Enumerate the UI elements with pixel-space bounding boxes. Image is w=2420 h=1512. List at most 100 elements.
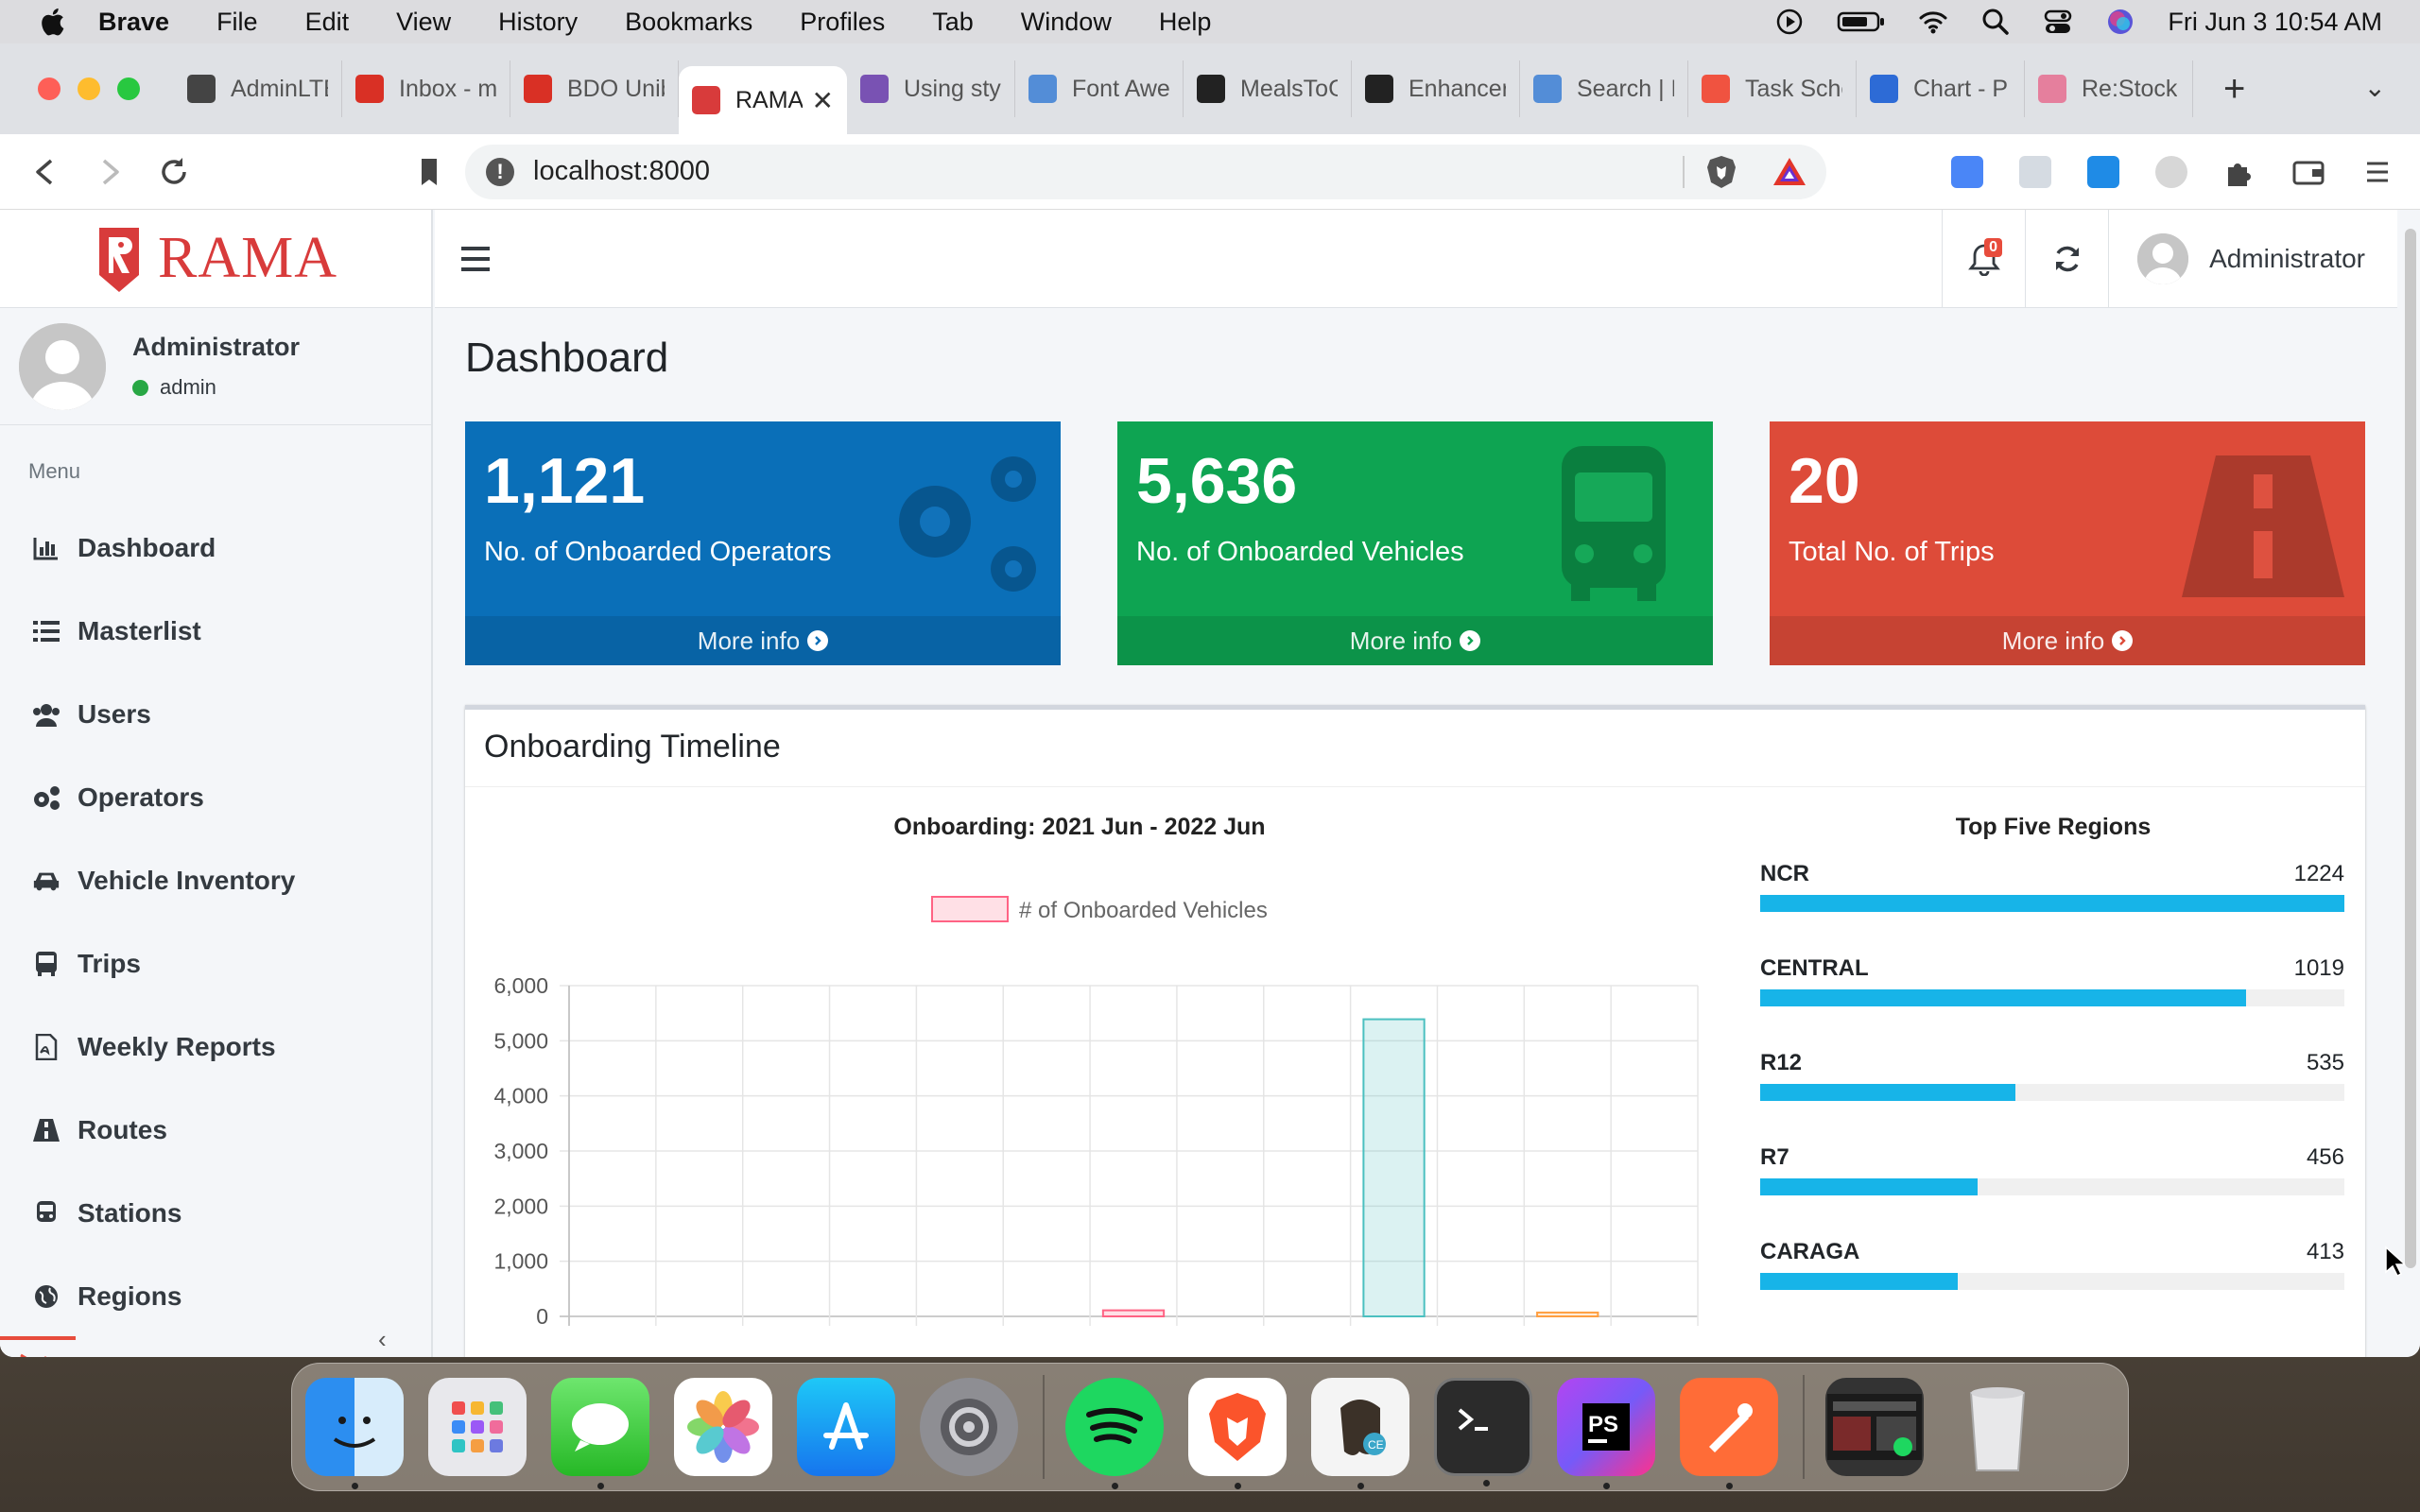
menu-file[interactable]: File xyxy=(216,8,258,37)
sidebar-item-users[interactable]: Users xyxy=(0,673,431,756)
dock-finder[interactable] xyxy=(305,1378,404,1489)
dock-trash[interactable] xyxy=(1948,1378,2047,1476)
menu-edit[interactable]: Edit xyxy=(305,8,350,37)
brave-rewards-icon[interactable] xyxy=(1772,156,1807,188)
sidebar-item-operators[interactable]: Operators xyxy=(0,756,431,839)
extensions-puzzle-icon[interactable] xyxy=(2223,156,2256,188)
hamburger-menu-icon[interactable] xyxy=(459,245,492,273)
browser-tab[interactable]: RAMA ✕ xyxy=(679,66,847,134)
new-tab-button[interactable]: + xyxy=(2223,68,2245,111)
user-panel[interactable]: Administrator admin xyxy=(0,308,431,425)
user-dropdown[interactable]: Administrator xyxy=(2108,209,2397,308)
laravel-debugbar-icon[interactable] xyxy=(0,1336,76,1357)
more-info-link[interactable]: More info xyxy=(1117,616,1713,665)
wifi-icon[interactable] xyxy=(1918,7,1948,37)
y-tick-label: 1,000 xyxy=(493,1249,548,1274)
menu-help[interactable]: Help xyxy=(1159,8,1212,37)
sidebar-item-trips[interactable]: Trips xyxy=(0,922,431,1005)
dock-system-preferences[interactable] xyxy=(920,1378,1018,1476)
react-devtools-icon[interactable] xyxy=(2019,155,2051,188)
dock-phpstorm[interactable]: PS xyxy=(1557,1378,1655,1489)
brave-shields-icon[interactable] xyxy=(1705,154,1737,190)
x-tick-label: 2021-12 xyxy=(1067,1338,1150,1343)
url-text[interactable]: localhost:8000 xyxy=(533,156,710,187)
back-button[interactable] xyxy=(26,153,64,191)
tab-search-chevron-icon[interactable]: ⌄ xyxy=(2364,72,2386,103)
browser-tab[interactable]: AdminLTE xyxy=(174,60,342,117)
sidebar-item-regions[interactable]: Regions xyxy=(0,1255,431,1338)
browser-tab[interactable]: BDO Unib xyxy=(510,60,679,117)
browser-menu-icon[interactable] xyxy=(2361,156,2394,188)
siri-icon[interactable] xyxy=(2105,7,2135,37)
sidebar-item-dashboard[interactable]: Dashboard xyxy=(0,507,431,590)
battery-icon[interactable] xyxy=(1837,7,1886,37)
browser-tabs: AdminLTE Inbox - m BDO Unib RAMA✕ Using sty F… xyxy=(174,43,2193,134)
control-center-icon[interactable] xyxy=(2043,7,2073,37)
browser-tab[interactable]: Using sty xyxy=(847,60,1015,117)
font-inspector-icon[interactable] xyxy=(2087,155,2119,188)
user-name[interactable]: Administrator xyxy=(132,333,300,362)
dock-messages[interactable] xyxy=(551,1378,649,1489)
menu-app-name[interactable]: Brave xyxy=(98,8,169,37)
menu-profiles[interactable]: Profiles xyxy=(800,8,885,37)
browser-tab[interactable]: Chart - P xyxy=(1857,60,2025,117)
sidebar-item-vehicle-inventory[interactable]: Vehicle Inventory xyxy=(0,839,431,922)
more-info-link[interactable]: More info xyxy=(465,616,1061,665)
dock-brave[interactable] xyxy=(1188,1378,1287,1489)
menu-view[interactable]: View xyxy=(396,8,451,37)
site-info-icon[interactable]: ! xyxy=(486,157,514,186)
browser-tab[interactable]: Inbox - m xyxy=(342,60,510,117)
menubar-clock[interactable]: Fri Jun 3 10:54 AM xyxy=(2168,8,2382,37)
chart-bar xyxy=(1362,1018,1426,1317)
dock-app-store[interactable] xyxy=(797,1378,895,1476)
play-icon[interactable] xyxy=(1774,7,1805,37)
arrow-circle-right-icon xyxy=(1460,630,1481,651)
browser-tab[interactable]: MealsToG xyxy=(1184,60,1352,117)
menu-history[interactable]: History xyxy=(498,8,578,37)
user-dropdown-label: Administrator xyxy=(2209,243,2365,273)
menu-window[interactable]: Window xyxy=(1021,8,1112,37)
reload-button[interactable] xyxy=(155,153,193,191)
menu-bookmarks[interactable]: Bookmarks xyxy=(625,8,752,37)
sidebar-collapse-chevron-icon[interactable]: ‹ xyxy=(378,1325,387,1354)
sidebar-item-weekly-reports[interactable]: Weekly Reports xyxy=(0,1005,431,1089)
dock-spotify[interactable] xyxy=(1065,1378,1164,1489)
google-translate-icon[interactable] xyxy=(1951,155,1983,188)
page-scrollbar[interactable] xyxy=(2405,229,2416,1268)
forward-button[interactable] xyxy=(91,153,129,191)
dock-terminal[interactable] xyxy=(1434,1378,1532,1486)
spotlight-search-icon[interactable] xyxy=(1980,7,2011,37)
close-tab-icon[interactable]: ✕ xyxy=(803,85,834,116)
dock-tableplus[interactable]: CE xyxy=(1311,1378,1409,1489)
browser-tab[interactable]: Font Awe xyxy=(1015,60,1184,117)
sidebar-item-masterlist[interactable]: Masterlist xyxy=(0,590,431,673)
more-info-link[interactable]: More info xyxy=(1770,616,2365,665)
minimize-window-button[interactable] xyxy=(78,77,100,100)
dock-postman[interactable] xyxy=(1680,1378,1778,1489)
x-tick-label: 2022-06 xyxy=(1588,1338,1670,1343)
notifications-button[interactable]: 0 xyxy=(1942,209,2025,308)
brand-logo[interactable]: RAMA xyxy=(0,210,431,308)
wallet-icon[interactable] xyxy=(2291,156,2325,188)
extension-icon[interactable] xyxy=(2155,155,2187,188)
apple-icon[interactable] xyxy=(38,7,66,37)
browser-tab[interactable]: Re:Stock xyxy=(2025,60,2193,117)
menu-tab[interactable]: Tab xyxy=(932,8,974,37)
address-bar[interactable]: ! localhost:8000 xyxy=(465,144,1826,199)
restock-icon xyxy=(2038,75,2066,103)
tab-label: Chart - P xyxy=(1913,75,2009,102)
dock-launchpad[interactable] xyxy=(428,1378,527,1476)
browser-tab[interactable]: Search | F xyxy=(1520,60,1688,117)
refresh-button[interactable] xyxy=(2025,209,2108,308)
tab-label: Using sty xyxy=(904,75,1001,102)
dock-photos[interactable] xyxy=(674,1378,772,1476)
dock-screenshot-preview[interactable] xyxy=(1825,1378,1924,1476)
bookmark-icon[interactable] xyxy=(410,153,448,191)
sidebar-item-routes[interactable]: Routes xyxy=(0,1089,431,1172)
browser-tab[interactable]: Enhancer xyxy=(1352,60,1520,117)
close-window-button[interactable] xyxy=(38,77,60,100)
chart-title: Onboarding: 2021 Jun - 2022 Jun xyxy=(893,814,1266,840)
browser-tab[interactable]: Task Sche xyxy=(1688,60,1857,117)
zoom-window-button[interactable] xyxy=(117,77,140,100)
sidebar-item-stations[interactable]: Stations xyxy=(0,1172,431,1255)
